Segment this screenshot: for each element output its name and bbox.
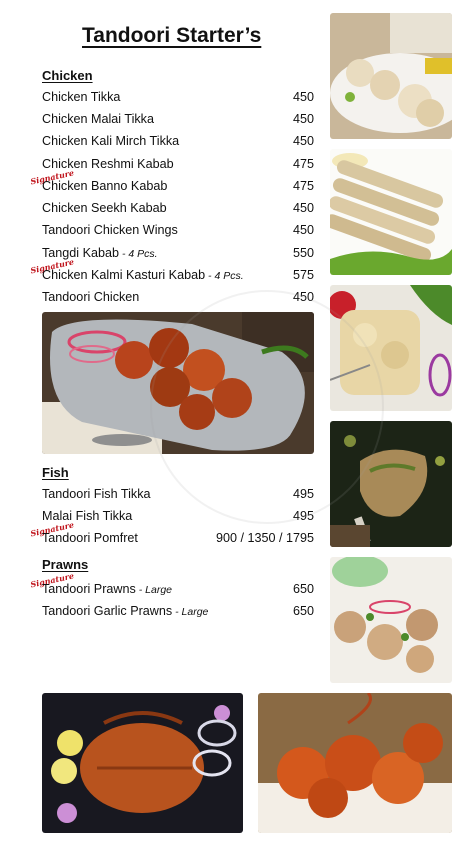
item-price: 450 bbox=[292, 90, 314, 104]
item-name: Chicken Tikka bbox=[42, 90, 121, 104]
menu-item: Tandoori Chicken Wings 450 bbox=[42, 223, 314, 241]
item-price: 900 / 1350 / 1795 bbox=[215, 531, 314, 545]
section-heading-fish: Fish bbox=[42, 465, 69, 480]
item-note: - Large bbox=[135, 584, 172, 596]
item-name: Tandoori Fish Tikka bbox=[42, 487, 151, 501]
item-price: 450 bbox=[292, 223, 314, 237]
item-note: - 4 Pcs. bbox=[119, 248, 158, 260]
item-name-text: Tandoori Garlic Prawns bbox=[42, 604, 173, 618]
page-title: Tandoori Starter’s bbox=[82, 24, 262, 47]
item-name: Tangdi Kabab - 4 Pcs. bbox=[42, 246, 158, 260]
tandoori-pomfret-photo bbox=[42, 693, 243, 833]
item-price: 575 bbox=[292, 268, 314, 282]
menu-item: Tandoori Pomfret 900 / 1350 / 1795 bbox=[42, 531, 314, 549]
item-name: Chicken Seekh Kabab bbox=[42, 201, 167, 215]
reshmi-kabab-photo bbox=[330, 285, 452, 411]
menu-item: Chicken Tikka 450 bbox=[42, 90, 314, 108]
item-name-text: Tangdi Kabab bbox=[42, 246, 120, 260]
menu-item: Chicken Kalmi Kasturi Kabab - 4 Pcs. 575 bbox=[42, 268, 314, 286]
menu-item: Chicken Malai Tikka 450 bbox=[42, 112, 314, 130]
menu-item: Tangdi Kabab - 4 Pcs. 550 bbox=[42, 246, 314, 264]
malai-tikka-photo bbox=[330, 13, 452, 139]
item-price: 495 bbox=[292, 487, 314, 501]
menu-item: Tandoori Fish Tikka 495 bbox=[42, 487, 314, 505]
menu-item: Malai Fish Tikka 495 bbox=[42, 509, 314, 527]
item-name-text: Chicken Kalmi Kasturi Kabab bbox=[42, 268, 206, 282]
item-note: - Large bbox=[172, 606, 209, 618]
item-price: 475 bbox=[292, 179, 314, 193]
item-price: 450 bbox=[292, 134, 314, 148]
item-name: Chicken Malai Tikka bbox=[42, 112, 154, 126]
seekh-kabab-photo bbox=[330, 149, 452, 275]
item-price: 495 bbox=[292, 509, 314, 523]
tandoori-prawns-photo bbox=[258, 693, 452, 833]
item-name: Tandoori Chicken bbox=[42, 290, 140, 304]
item-name: Chicken Kali Mirch Tikka bbox=[42, 134, 180, 148]
section-heading-prawns: Prawns bbox=[42, 557, 89, 572]
item-price: 450 bbox=[292, 112, 314, 126]
item-price: 650 bbox=[292, 604, 314, 618]
item-name: Tandoori Pomfret bbox=[42, 531, 138, 545]
item-name: Tandoori Prawns - Large bbox=[42, 582, 172, 596]
tandoori-chicken-leg-photo bbox=[330, 421, 452, 547]
chicken-tikka-platter-photo bbox=[42, 312, 314, 454]
menu-item: Tandoori Garlic Prawns - Large 650 bbox=[42, 604, 314, 622]
item-name: Malai Fish Tikka bbox=[42, 509, 133, 523]
menu-item: Chicken Reshmi Kabab 475 bbox=[42, 157, 314, 175]
section-heading-chicken: Chicken bbox=[42, 68, 93, 83]
item-name: Tandoori Chicken Wings bbox=[42, 223, 178, 237]
item-name-text: Tandoori Prawns bbox=[42, 582, 136, 596]
item-note: - 4 Pcs. bbox=[205, 270, 244, 282]
item-name: Chicken Banno Kabab bbox=[42, 179, 168, 193]
item-price: 550 bbox=[292, 246, 314, 260]
menu-item: Tandoori Prawns - Large 650 bbox=[42, 582, 314, 600]
item-price: 650 bbox=[292, 582, 314, 596]
kalmi-kabab-photo bbox=[330, 557, 452, 683]
item-price: 475 bbox=[292, 157, 314, 171]
menu-item: Chicken Banno Kabab 475 bbox=[42, 179, 314, 197]
item-name: Chicken Kalmi Kasturi Kabab - 4 Pcs. bbox=[42, 268, 244, 282]
item-price: 450 bbox=[292, 290, 314, 304]
item-name: Tandoori Garlic Prawns - Large bbox=[42, 604, 208, 618]
menu-item: Chicken Kali Mirch Tikka 450 bbox=[42, 134, 314, 152]
item-price: 450 bbox=[292, 201, 314, 215]
menu-item: Tandoori Chicken 450 bbox=[42, 290, 314, 308]
menu-item: Chicken Seekh Kabab 450 bbox=[42, 201, 314, 219]
